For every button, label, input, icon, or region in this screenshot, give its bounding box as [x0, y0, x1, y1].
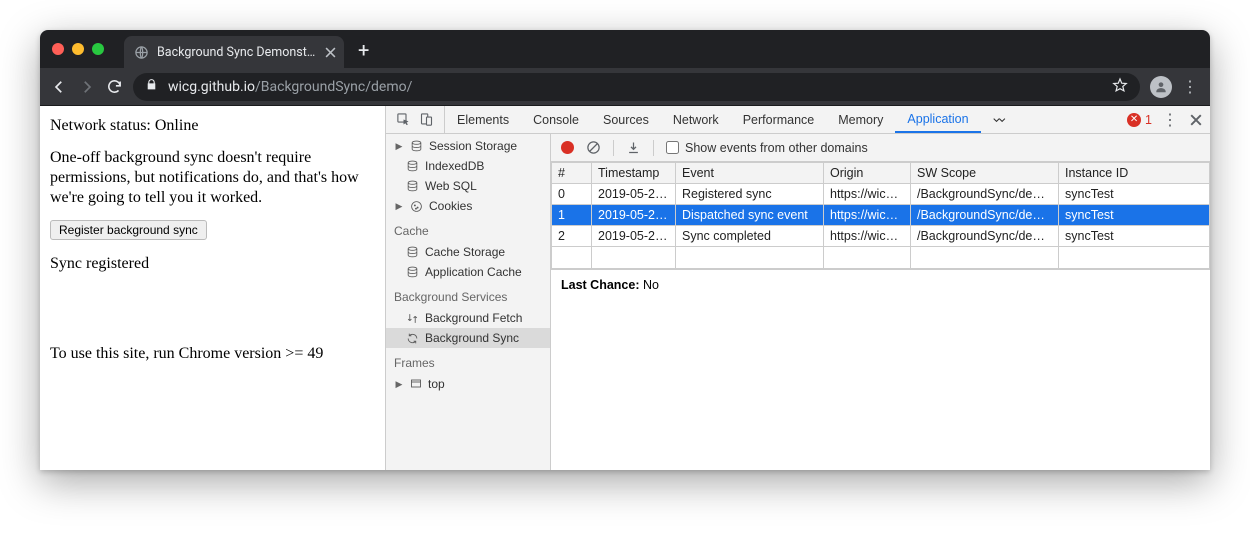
sidebar-item-session-storage[interactable]: ▶ Session Storage	[386, 136, 550, 156]
star-icon[interactable]	[1112, 77, 1128, 97]
browser-toolbar: wicg.github.io/BackgroundSync/demo/ ⋮	[40, 68, 1210, 106]
page-content: Network status: Online One-off backgroun…	[40, 106, 385, 470]
download-icon[interactable]	[626, 140, 641, 155]
content-area: Network status: Online One-off backgroun…	[40, 106, 1210, 470]
expand-arrow-icon: ▶	[394, 379, 404, 390]
transfer-icon	[406, 312, 419, 325]
col-timestamp[interactable]: Timestamp	[592, 163, 676, 184]
table-row[interactable]: 1 2019-05-2… Dispatched sync event https…	[552, 205, 1210, 226]
sidebar-section-frames: Frames	[386, 348, 550, 374]
col-sw-scope[interactable]: SW Scope	[911, 163, 1059, 184]
database-icon	[410, 140, 423, 153]
browser-window: Background Sync Demonstratic + wicg.gith…	[40, 30, 1210, 470]
database-icon	[406, 180, 419, 193]
devtools-menu-icon[interactable]: ⋮	[1162, 110, 1180, 130]
record-button[interactable]	[561, 141, 574, 154]
devtools-tabbar: Elements Console Sources Network Perform…	[386, 106, 1210, 134]
sidebar-item-cache-storage[interactable]: Cache Storage	[386, 242, 550, 262]
tab-sources[interactable]: Sources	[591, 106, 661, 133]
minimize-window-icon[interactable]	[72, 43, 84, 55]
tab-memory[interactable]: Memory	[826, 106, 895, 133]
maximize-window-icon[interactable]	[92, 43, 104, 55]
page-description: One-off background sync doesn't require …	[50, 148, 375, 208]
sidebar-section-bg-services: Background Services	[386, 282, 550, 308]
devtools-panel: Elements Console Sources Network Perform…	[385, 106, 1210, 470]
col-instance-id[interactable]: Instance ID	[1059, 163, 1210, 184]
device-toolbar-icon[interactable]	[419, 112, 434, 127]
background-sync-panel: Show events from other domains # Tim	[551, 134, 1210, 470]
table-row[interactable]: 2 2019-05-2… Sync completed https://wicg…	[552, 226, 1210, 247]
col-origin[interactable]: Origin	[824, 163, 911, 184]
address-bar[interactable]: wicg.github.io/BackgroundSync/demo/	[133, 73, 1140, 101]
expand-arrow-icon: ▶	[394, 201, 404, 212]
new-tab-button[interactable]: +	[358, 38, 369, 62]
close-window-icon[interactable]	[52, 43, 64, 55]
forward-button[interactable]	[78, 78, 96, 96]
reload-button[interactable]	[106, 78, 123, 95]
back-button[interactable]	[50, 78, 68, 96]
url-text: wicg.github.io/BackgroundSync/demo/	[168, 79, 412, 95]
tab-performance[interactable]: Performance	[731, 106, 827, 133]
events-table: # Timestamp Event Origin SW Scope Instan…	[551, 162, 1210, 269]
profile-avatar[interactable]	[1150, 76, 1172, 98]
col-event[interactable]: Event	[676, 163, 824, 184]
database-icon	[406, 266, 419, 279]
col-index[interactable]: #	[552, 163, 592, 184]
close-tab-icon[interactable]	[325, 47, 336, 58]
expand-arrow-icon: ▶	[394, 141, 404, 152]
browser-menu-icon[interactable]: ⋮	[1182, 77, 1200, 96]
panel-toolbar: Show events from other domains	[551, 134, 1210, 162]
clear-icon[interactable]	[586, 140, 601, 155]
devtools-tablist: Elements Console Sources Network Perform…	[445, 106, 1019, 133]
sidebar-item-websql[interactable]: Web SQL	[386, 176, 550, 196]
table-header-row: # Timestamp Event Origin SW Scope Instan…	[552, 163, 1210, 184]
table-row	[552, 247, 1210, 269]
frame-icon	[410, 378, 422, 390]
event-detail: Last Chance: No	[551, 269, 1210, 300]
detail-label: Last Chance:	[561, 278, 640, 292]
register-sync-button[interactable]: Register background sync	[50, 220, 207, 240]
browser-tab[interactable]: Background Sync Demonstratic	[124, 36, 344, 68]
network-status: Network status: Online	[50, 116, 375, 136]
show-other-domains-checkbox[interactable]: Show events from other domains	[666, 141, 868, 155]
error-icon: ✕	[1127, 113, 1141, 127]
lock-icon	[145, 78, 158, 95]
globe-icon	[134, 45, 149, 60]
sidebar-section-cache: Cache	[386, 216, 550, 242]
table-row[interactable]: 0 2019-05-2… Registered sync https://wic…	[552, 184, 1210, 205]
tab-strip: Background Sync Demonstratic +	[40, 30, 1210, 68]
cookie-icon	[410, 200, 423, 213]
application-sidebar: ▶ Session Storage IndexedDB Web SQL ▶	[386, 134, 551, 470]
tab-network[interactable]: Network	[661, 106, 731, 133]
inspect-element-icon[interactable]	[396, 112, 411, 127]
sidebar-item-background-sync[interactable]: Background Sync	[386, 328, 550, 348]
tab-elements[interactable]: Elements	[445, 106, 521, 133]
sync-status: Sync registered	[50, 254, 375, 274]
detail-value: No	[643, 278, 659, 292]
checkbox-input[interactable]	[666, 141, 679, 154]
window-controls[interactable]	[52, 43, 104, 55]
sync-icon	[406, 332, 419, 345]
tab-console[interactable]: Console	[521, 106, 591, 133]
sidebar-item-application-cache[interactable]: Application Cache	[386, 262, 550, 282]
close-devtools-icon[interactable]	[1190, 114, 1202, 126]
sidebar-item-indexeddb[interactable]: IndexedDB	[386, 156, 550, 176]
tab-application[interactable]: Application	[895, 106, 980, 133]
tab-overflow-icon[interactable]	[981, 106, 1019, 133]
sidebar-item-background-fetch[interactable]: Background Fetch	[386, 308, 550, 328]
sidebar-item-frame-top[interactable]: ▶ top	[386, 374, 550, 394]
database-icon	[406, 160, 419, 173]
database-icon	[406, 246, 419, 259]
chrome-version-hint: To use this site, run Chrome version >= …	[50, 344, 375, 364]
error-count-badge[interactable]: ✕ 1	[1127, 113, 1152, 127]
sidebar-item-cookies[interactable]: ▶ Cookies	[386, 196, 550, 216]
tab-title: Background Sync Demonstratic	[157, 45, 317, 60]
